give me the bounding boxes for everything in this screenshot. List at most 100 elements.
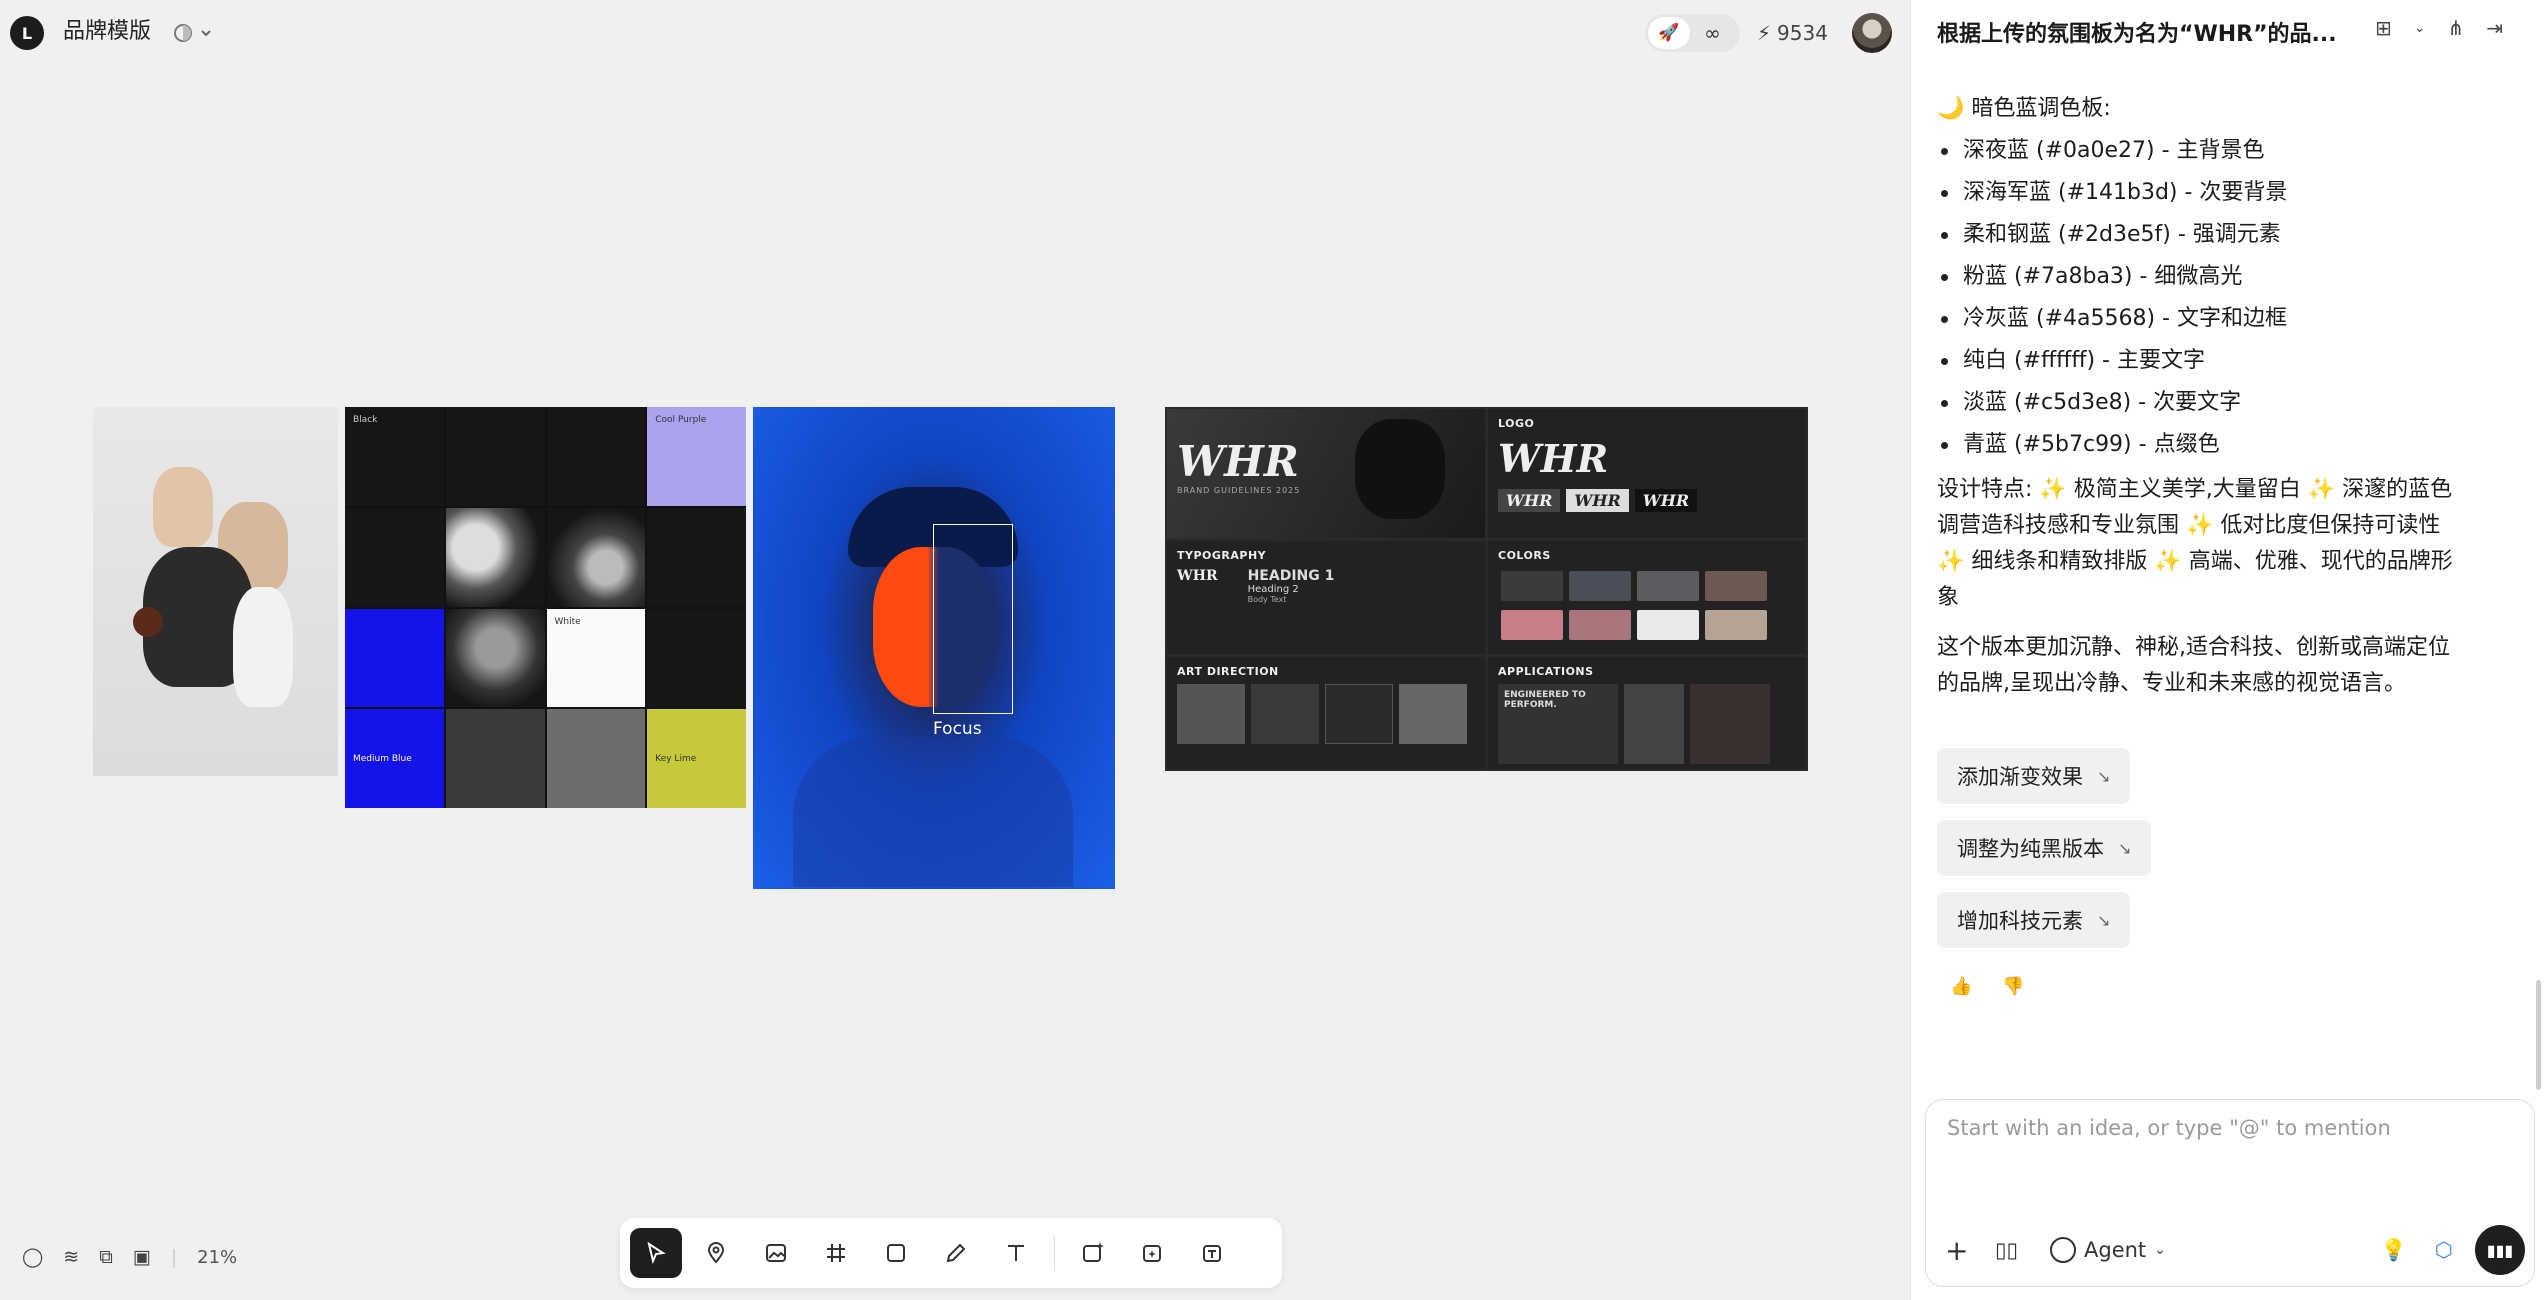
image-gen-tool[interactable]: [1067, 1228, 1119, 1278]
lightbulb-icon[interactable]: 💡: [2381, 1238, 2407, 1263]
feedback-actions: 👍 👎: [1950, 976, 2025, 997]
logo-heading: LOGO: [1498, 417, 1535, 430]
frame-tool[interactable]: [810, 1228, 862, 1278]
image-edit-tool[interactable]: [1127, 1228, 1179, 1278]
robot-color-grid[interactable]: Black Cool Purple White Medium Blue Key …: [345, 407, 746, 808]
phone-mockup: [1624, 683, 1684, 764]
suggestion-button[interactable]: 增加科技元素 ↘: [1937, 892, 2131, 948]
grid-cell: [345, 608, 444, 708]
circle-icon[interactable]: ◯: [22, 1246, 43, 1268]
cursor-icon: [647, 1241, 666, 1265]
credits-counter[interactable]: ⚡ 9534: [1757, 14, 1828, 52]
colors-panel: COLORS: [1488, 541, 1806, 654]
cube-icon[interactable]: ⬡: [2435, 1238, 2453, 1262]
new-chat-icon[interactable]: ⊞: [2375, 16, 2392, 40]
arrow-down-right-icon: ↘: [2097, 910, 2111, 930]
zoom-level[interactable]: 21%: [197, 1247, 237, 1268]
robot-arm: [546, 507, 646, 607]
suggestion-label: 调整为纯黑版本: [1957, 837, 2104, 861]
location-pin-icon: [707, 1242, 725, 1264]
grid-cell: [345, 507, 444, 607]
toolbar-divider: [1054, 1236, 1055, 1270]
whr-type-specimen: WHR: [1177, 568, 1218, 585]
book-icon[interactable]: ▯▯: [1995, 1238, 2040, 1262]
text-tool[interactable]: [990, 1228, 1042, 1278]
plus-icon[interactable]: +: [1945, 1234, 1995, 1267]
basketball: [133, 607, 163, 637]
typography-panel: TYPOGRAPHY WHR HEADING 1 Heading 2 Body …: [1167, 541, 1485, 654]
mode-toggle[interactable]: 🚀 ∞: [1645, 14, 1740, 52]
palette-item: 青蓝 (#5b7c99) - 点缀色: [1937, 424, 2467, 466]
assets-icon[interactable]: ⧉: [99, 1246, 113, 1268]
rectangle-tool[interactable]: [870, 1228, 922, 1278]
text-sparkle-icon: [1203, 1245, 1221, 1262]
runner-figure: [1355, 419, 1445, 519]
brand-guidelines-board[interactable]: WHR BRAND GUIDELINES 2025 LOGO WHR WHR W…: [1165, 407, 1808, 771]
pin-tool[interactable]: [690, 1228, 742, 1278]
logo-panel: LOGO WHR WHR WHR WHR: [1488, 409, 1806, 539]
swatch-key-lime: Key Lime: [647, 709, 746, 808]
chevron-down-icon: ⌄: [2154, 1242, 2166, 1258]
grid-cell: [445, 709, 545, 808]
audio-waveform-icon: ▮▮▮: [2486, 1240, 2514, 1260]
thumbs-up-icon[interactable]: 👍: [1950, 976, 1972, 997]
sports-photo[interactable]: [93, 407, 338, 776]
logo-glyph: L: [21, 23, 33, 43]
swatch-white: White: [546, 608, 646, 708]
layers-icon[interactable]: ≋: [63, 1246, 79, 1268]
shoulders: [793, 737, 1073, 887]
project-title[interactable]: 品牌模版: [63, 16, 151, 48]
art-direction-heading: ART DIRECTION: [1177, 664, 1279, 678]
suggestion-button[interactable]: 调整为纯黑版本 ↘: [1937, 820, 2152, 876]
chat-title: 根据上传的氛围板为名为“WHR”的品...: [1937, 22, 2337, 47]
chevron-down-icon[interactable]: ⌄: [2414, 20, 2426, 36]
agent-label: Agent: [2084, 1238, 2147, 1262]
color-swatch: [1637, 571, 1699, 602]
scrollbar[interactable]: [2536, 980, 2541, 1090]
chat-input-placeholder[interactable]: Start with an idea, or type "@" to menti…: [1947, 1116, 2391, 1140]
collapse-panel-icon[interactable]: ⇥: [2486, 16, 2503, 40]
palette-item: 粉蓝 (#7a8ba3) - 细微高光: [1937, 256, 2467, 298]
swatch-cool-purple: Cool Purple: [647, 407, 746, 506]
chat-input-toolbar: + ▯▯ Agent ⌄ 💡 ⬡ ▮▮▮: [1945, 1225, 2525, 1275]
focus-label: Focus: [933, 719, 982, 739]
focus-poster[interactable]: Focus: [753, 407, 1115, 889]
arrow-down-right-icon: ↘: [2118, 838, 2132, 858]
voice-button[interactable]: ▮▮▮: [2475, 1225, 2525, 1275]
section-heading: 🌙 暗色蓝调色板:: [1937, 96, 2111, 121]
edit-sparkle-icon: [1143, 1245, 1161, 1262]
thumbs-down-icon[interactable]: 👎: [2002, 976, 2024, 997]
bolt-icon: ⚡: [1757, 21, 1772, 45]
text-gen-tool[interactable]: [1187, 1228, 1239, 1278]
tool-bar: [620, 1218, 1282, 1288]
typography-heading: TYPOGRAPHY: [1177, 549, 1267, 563]
text-icon: [1008, 1245, 1024, 1261]
infinity-icon[interactable]: ∞: [1690, 17, 1735, 49]
color-swatch: [1705, 571, 1767, 602]
panel-icon[interactable]: ▣: [133, 1246, 151, 1268]
whr-logo-black: WHR: [1634, 489, 1698, 512]
suggestion-label: 增加科技元素: [1957, 909, 2083, 933]
color-swatch: [1501, 610, 1563, 641]
image-sparkle-icon: [1083, 1242, 1104, 1262]
applications-panel: APPLICATIONS ENGINEERED TO PERFORM.: [1488, 656, 1806, 769]
image-tool[interactable]: [750, 1228, 802, 1278]
photo-thumb: [1399, 683, 1467, 744]
color-swatch: [1705, 610, 1767, 641]
share-icon[interactable]: ⋔: [2448, 16, 2465, 40]
focus-frame: [933, 524, 1013, 714]
photo-thumb: [1177, 683, 1245, 744]
palette-icon: [174, 24, 192, 42]
app-logo[interactable]: L: [10, 16, 44, 50]
palette-item: 柔和钢蓝 (#2d3e5f) - 强调元素: [1937, 214, 2467, 256]
brand-menu[interactable]: [172, 18, 224, 48]
photo-thumb: [1251, 683, 1319, 744]
rocket-icon[interactable]: 🚀: [1648, 17, 1690, 49]
avatar[interactable]: [1852, 13, 1892, 53]
pen-tool[interactable]: [930, 1228, 982, 1278]
pencil-icon: [946, 1243, 966, 1263]
agent-selector[interactable]: Agent ⌄: [2050, 1237, 2166, 1263]
suggestion-button[interactable]: 添加渐变效果 ↘: [1937, 748, 2131, 804]
select-tool[interactable]: [630, 1228, 682, 1278]
body-text-sample: Body Text: [1247, 595, 1287, 605]
